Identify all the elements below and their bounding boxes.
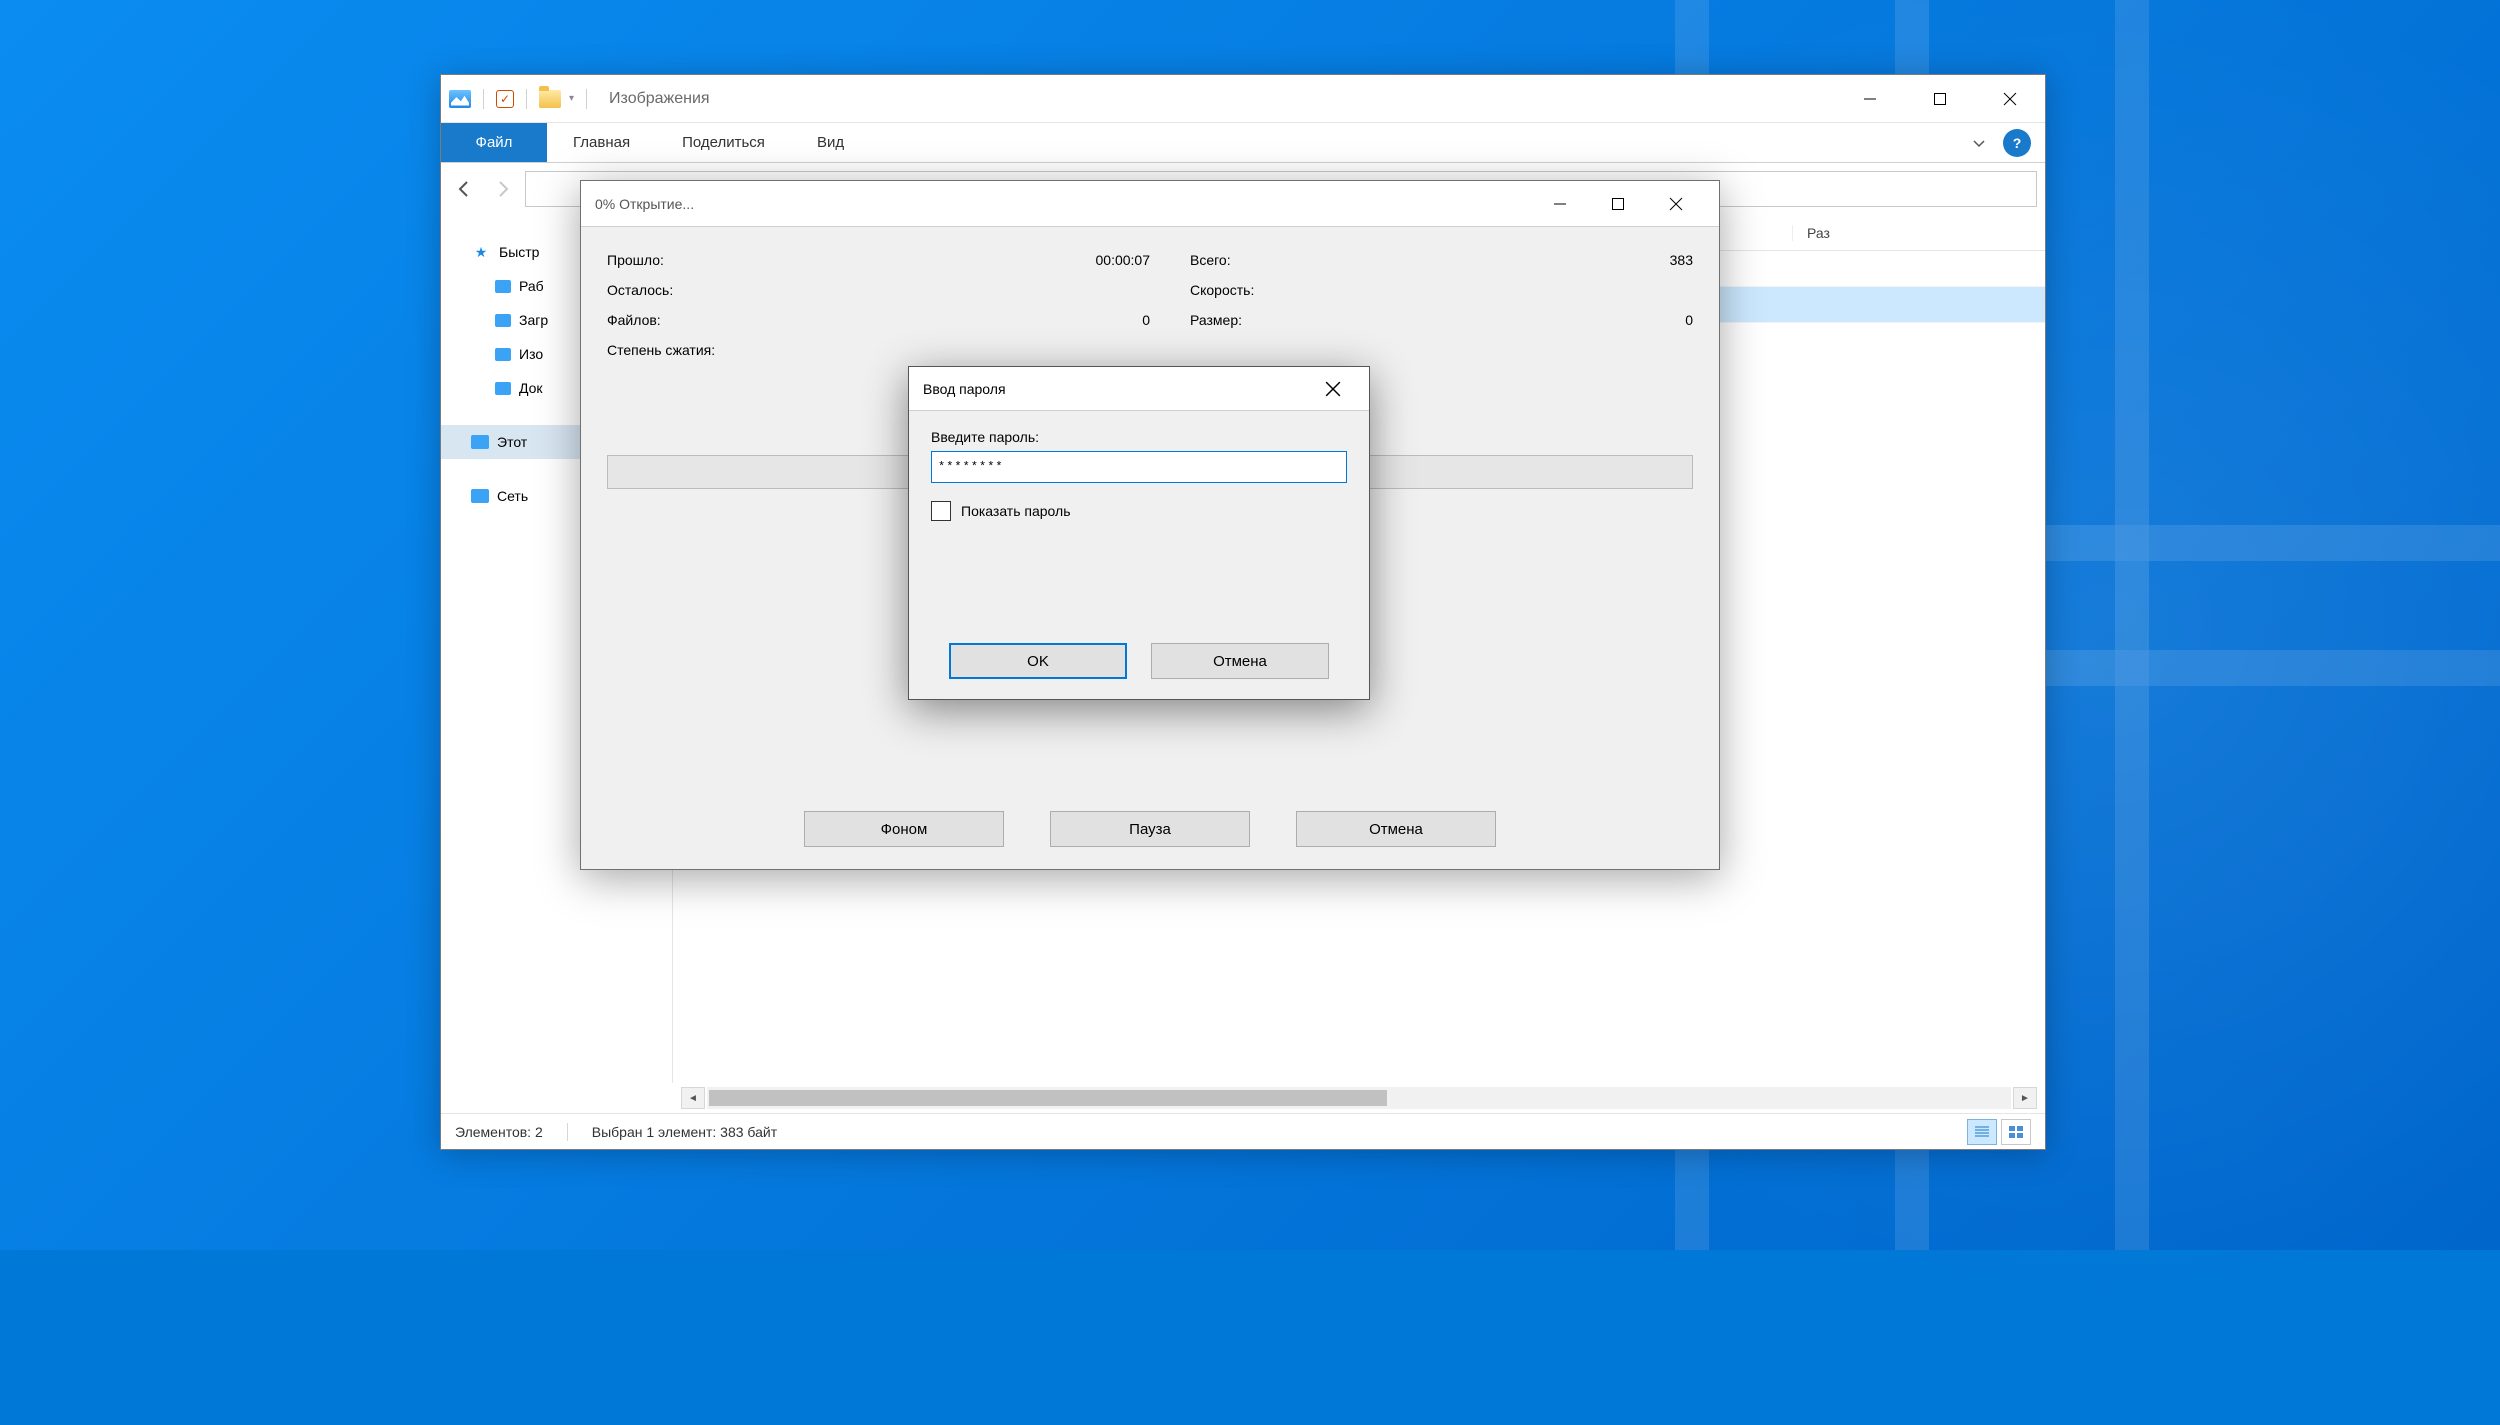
- close-button[interactable]: [1975, 75, 2045, 123]
- total-value: 383: [1670, 252, 1693, 268]
- speed-label: Скорость:: [1190, 282, 1254, 298]
- qat-checkbox-icon[interactable]: ✓: [496, 90, 514, 108]
- qat-dropdown-icon[interactable]: ▾: [569, 93, 574, 104]
- app-icon: [449, 90, 471, 108]
- folder-small-icon: [495, 280, 511, 293]
- status-count: Элементов: 2: [455, 1124, 543, 1140]
- elapsed-value: 00:00:07: [1096, 252, 1151, 268]
- scroll-right-icon[interactable]: ►: [2013, 1087, 2037, 1109]
- sidebar-label: Этот: [497, 434, 527, 450]
- folder-icon: [539, 90, 561, 108]
- ratio-label: Степень сжатия:: [607, 342, 715, 358]
- scroll-thumb[interactable]: [709, 1090, 1387, 1106]
- tab-share[interactable]: Поделиться: [656, 123, 791, 162]
- ribbon-collapse-icon[interactable]: [1959, 123, 1999, 162]
- titlebar: ✓ ▾ Изображения: [441, 75, 2045, 123]
- cancel-button[interactable]: Отмена: [1151, 643, 1329, 679]
- show-password-checkbox[interactable]: [931, 501, 951, 521]
- password-titlebar: Ввод пароля: [909, 367, 1369, 411]
- back-button[interactable]: [449, 173, 481, 205]
- progress-title: 0% Открытие...: [595, 196, 694, 212]
- password-label: Введите пароль:: [931, 429, 1347, 445]
- forward-button[interactable]: [487, 173, 519, 205]
- column-size[interactable]: Раз: [1793, 225, 2045, 241]
- close-button[interactable]: [1647, 181, 1705, 227]
- size-label: Размер:: [1190, 312, 1242, 328]
- scroll-left-icon[interactable]: ◄: [681, 1087, 705, 1109]
- ok-button[interactable]: OK: [949, 643, 1127, 679]
- maximize-button[interactable]: [1905, 75, 1975, 123]
- folder-small-icon: [495, 348, 511, 361]
- size-value: 0: [1685, 312, 1693, 328]
- network-icon: [471, 489, 489, 503]
- tab-home[interactable]: Главная: [547, 123, 656, 162]
- password-title: Ввод пароля: [923, 381, 1006, 397]
- window-title: Изображения: [599, 90, 710, 108]
- minimize-button[interactable]: [1835, 75, 1905, 123]
- files-label: Файлов:: [607, 312, 661, 328]
- show-password-label: Показать пароль: [961, 503, 1071, 519]
- sidebar-label: Сеть: [497, 488, 528, 504]
- sidebar-label: Загр: [519, 312, 548, 328]
- tab-view[interactable]: Вид: [791, 123, 870, 162]
- minimize-button[interactable]: [1531, 181, 1589, 227]
- file-menu[interactable]: Файл: [441, 123, 547, 162]
- star-icon: ★: [471, 242, 491, 262]
- elapsed-label: Прошло:: [607, 252, 664, 268]
- background-button[interactable]: Фоном: [804, 811, 1004, 847]
- sidebar-label: Изо: [519, 346, 543, 362]
- sidebar-label: Раб: [519, 278, 544, 294]
- password-input[interactable]: [931, 451, 1347, 483]
- view-details-button[interactable]: [1967, 1119, 1997, 1145]
- folder-small-icon: [495, 314, 511, 327]
- ribbon: Файл Главная Поделиться Вид ?: [441, 123, 2045, 163]
- password-dialog: Ввод пароля Введите пароль: Показать пар…: [908, 366, 1370, 700]
- status-selection: Выбран 1 элемент: 383 байт: [592, 1124, 777, 1140]
- sidebar-label: Быстр: [499, 244, 539, 260]
- folder-small-icon: [495, 382, 511, 395]
- total-label: Всего:: [1190, 252, 1231, 268]
- pause-button[interactable]: Пауза: [1050, 811, 1250, 847]
- remaining-label: Осталось:: [607, 282, 673, 298]
- progress-titlebar: 0% Открытие...: [581, 181, 1719, 227]
- help-button[interactable]: ?: [2003, 129, 2031, 157]
- files-value: 0: [1142, 312, 1150, 328]
- close-button[interactable]: [1311, 367, 1355, 411]
- pc-icon: [471, 435, 489, 449]
- maximize-button[interactable]: [1589, 181, 1647, 227]
- status-bar: Элементов: 2 Выбран 1 элемент: 383 байт: [441, 1113, 2045, 1149]
- horizontal-scrollbar[interactable]: ◄ ►: [441, 1083, 2045, 1113]
- view-icons-button[interactable]: [2001, 1119, 2031, 1145]
- cancel-button[interactable]: Отмена: [1296, 811, 1496, 847]
- sidebar-label: Док: [519, 380, 543, 396]
